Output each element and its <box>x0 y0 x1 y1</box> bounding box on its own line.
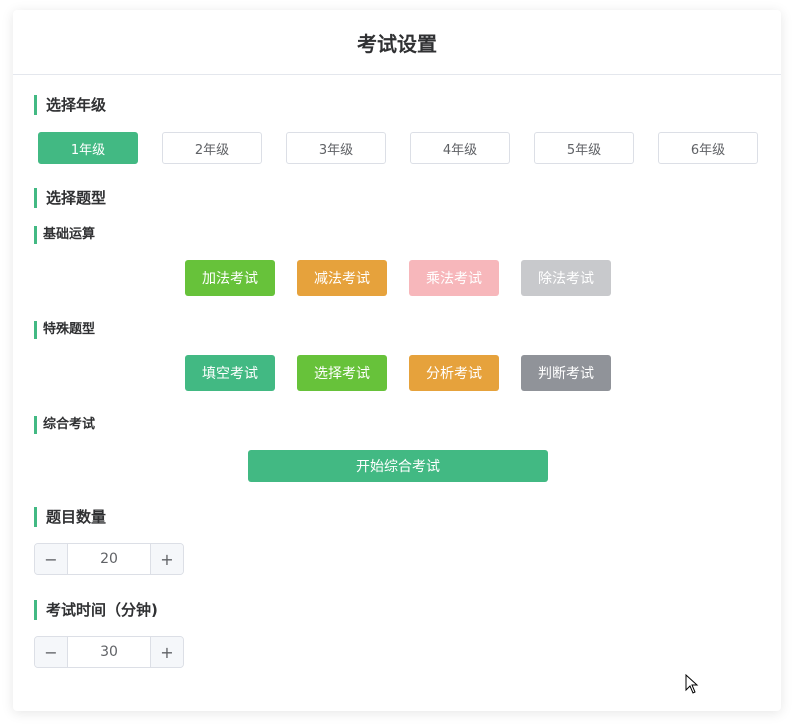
mouse-cursor-icon <box>685 674 699 694</box>
addition-exam-button[interactable]: 加法考试 <box>185 260 275 296</box>
question-count-input[interactable]: 20 <box>68 544 150 574</box>
grade-button-5[interactable]: 5年级 <box>534 132 634 164</box>
exam-time-decrement-button[interactable]: − <box>35 637 68 667</box>
judge-exam-button[interactable]: 判断考试 <box>521 355 611 391</box>
basic-ops-title: 基础运算 <box>34 226 95 244</box>
grade-button-4[interactable]: 4年级 <box>410 132 510 164</box>
choice-exam-button[interactable]: 选择考试 <box>297 355 387 391</box>
type-section-title: 选择题型 <box>34 188 106 208</box>
grade-button-3[interactable]: 3年级 <box>286 132 386 164</box>
exam-time-title: 考试时间（分钟) <box>34 600 158 620</box>
comprehensive-title: 综合考试 <box>34 416 95 434</box>
exam-time-stepper: − 30 + <box>34 636 184 668</box>
question-count-stepper: − 20 + <box>34 543 184 575</box>
grade-selector: 1年级 2年级 3年级 4年级 5年级 6年级 <box>38 132 758 164</box>
question-count-increment-button[interactable]: + <box>150 544 183 574</box>
grade-button-6[interactable]: 6年级 <box>658 132 758 164</box>
exam-time-input[interactable]: 30 <box>68 637 150 667</box>
exam-time-increment-button[interactable]: + <box>150 637 183 667</box>
multiplication-exam-button[interactable]: 乘法考试 <box>409 260 499 296</box>
fill-blank-exam-button[interactable]: 填空考试 <box>185 355 275 391</box>
start-comprehensive-exam-button[interactable]: 开始综合考试 <box>248 450 548 482</box>
subtraction-exam-button[interactable]: 减法考试 <box>297 260 387 296</box>
grade-button-2[interactable]: 2年级 <box>162 132 262 164</box>
analysis-exam-button[interactable]: 分析考试 <box>409 355 499 391</box>
special-types-title: 特殊题型 <box>34 321 95 339</box>
page-title: 考试设置 <box>13 10 781 75</box>
grade-button-1[interactable]: 1年级 <box>38 132 138 164</box>
exam-settings-card: 考试设置 选择年级 1年级 2年级 3年级 4年级 5年级 6年级 选择题型 基… <box>13 10 781 711</box>
question-count-title: 题目数量 <box>34 507 106 527</box>
question-count-decrement-button[interactable]: − <box>35 544 68 574</box>
grade-section-title: 选择年级 <box>34 95 106 115</box>
division-exam-button[interactable]: 除法考试 <box>521 260 611 296</box>
